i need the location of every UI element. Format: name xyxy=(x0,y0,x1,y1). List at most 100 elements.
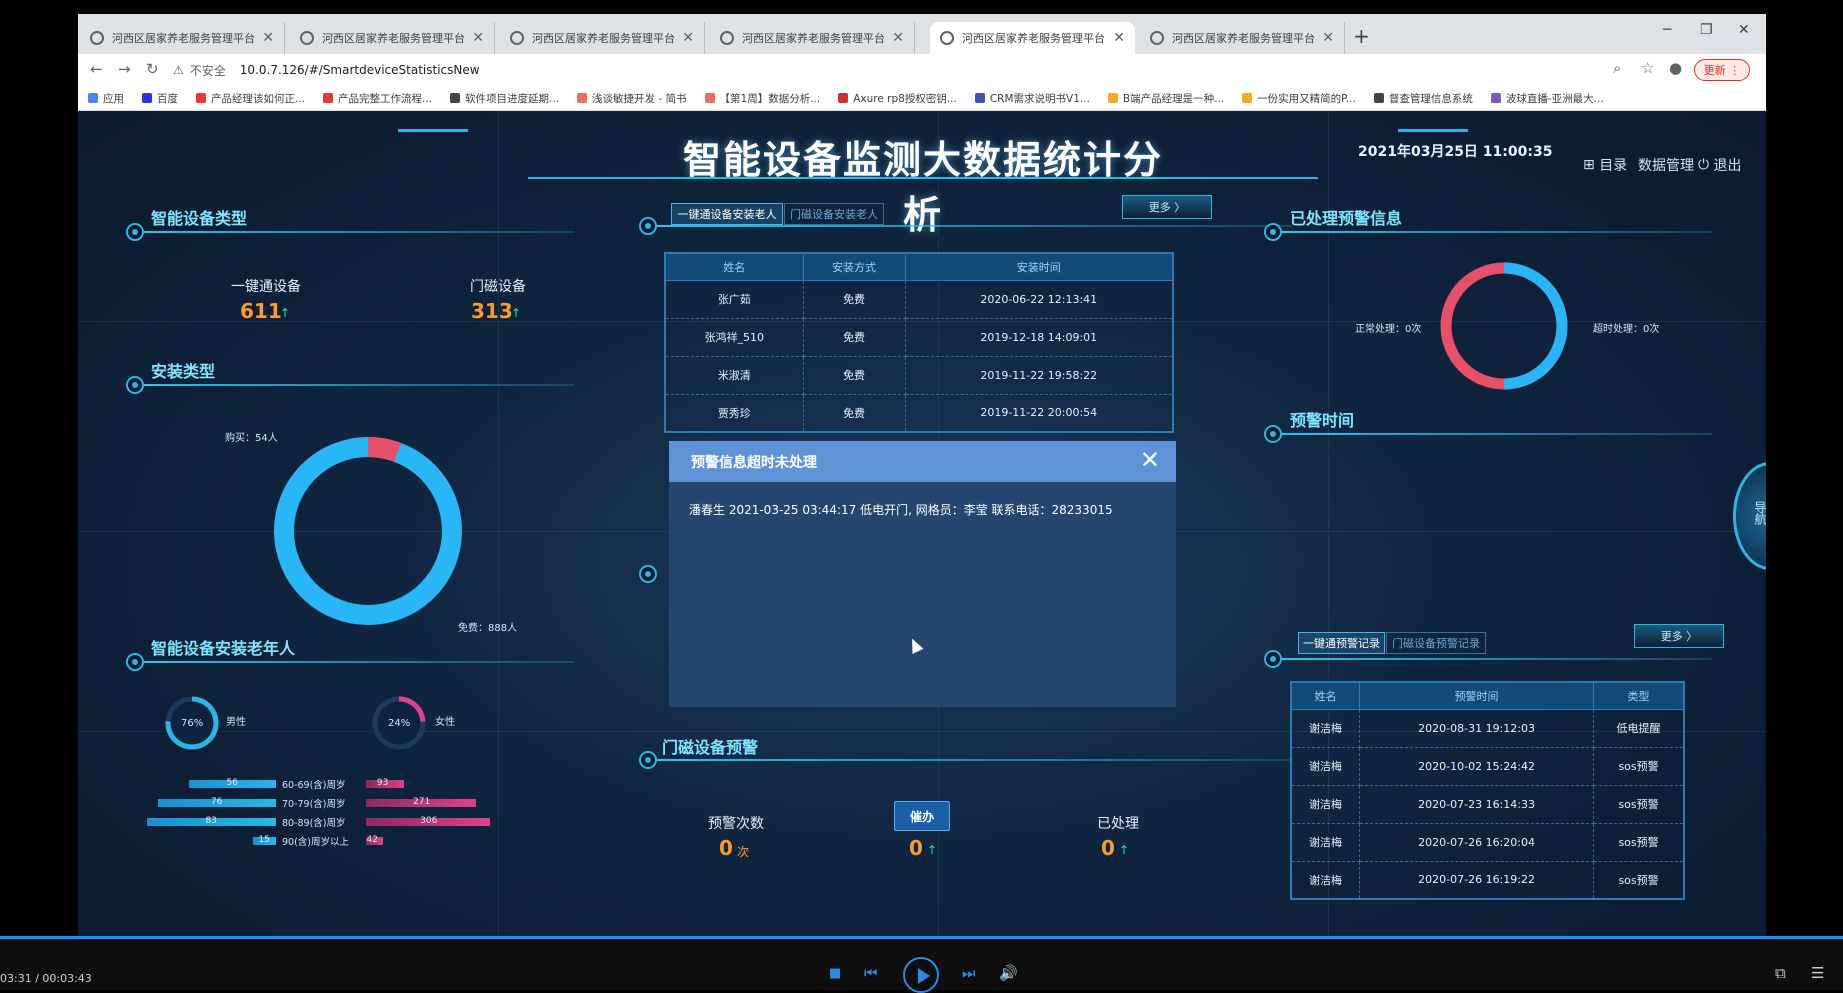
nav-catalog[interactable]: ⊞ 目录 xyxy=(1583,155,1627,175)
forward-icon[interactable]: → xyxy=(118,60,131,78)
side-nav-button[interactable]: 导航 xyxy=(1733,462,1766,570)
section-line xyxy=(1282,433,1712,435)
close-icon[interactable]: ✕ xyxy=(1140,446,1160,474)
window-close-icon[interactable]: ✕ xyxy=(1738,22,1750,38)
update-button[interactable]: 更新 ⋮ xyxy=(1694,59,1750,81)
female-age-value: 42 xyxy=(366,835,378,845)
settings-icon[interactable]: ☰ xyxy=(1811,964,1824,982)
browser-tab[interactable]: 河西区居家养老服务管理平台 ✕ xyxy=(1140,22,1345,54)
table-row[interactable]: 米淑清 免费 2019-11-22 19:58:22 xyxy=(664,355,1174,395)
urge-button[interactable]: 催办 xyxy=(894,801,950,831)
cell-name: 张广茹 xyxy=(664,279,804,319)
table-row[interactable]: 谢洁梅 2020-08-31 19:12:03 低电提醒 xyxy=(1290,708,1685,748)
browser-tab-active[interactable]: 河西区居家养老服务管理平台 ✕ xyxy=(930,22,1135,54)
bookmark-item[interactable]: 督查管理信息系统 xyxy=(1373,91,1473,106)
bookmark-item[interactable]: B端产品经理是一种... xyxy=(1107,91,1224,106)
close-icon[interactable]: ✕ xyxy=(1113,30,1125,46)
tab-one-key-warning[interactable]: 一键通预警记录 xyxy=(1298,632,1385,654)
more-button[interactable]: 更多 〉 xyxy=(1634,624,1724,648)
address-bar[interactable]: ⚠ 不安全 10.0.7.126/#/SmartdeviceStatistics… xyxy=(173,57,1613,83)
tab-title: 河西区居家养老服务管理平台 xyxy=(962,32,1105,45)
close-icon[interactable]: ✕ xyxy=(892,30,904,46)
play-button[interactable] xyxy=(903,957,939,993)
volume-icon[interactable]: 🔊 xyxy=(999,964,1018,982)
screenshot-icon[interactable]: ⧉ xyxy=(1775,964,1786,982)
tab-title: 河西区居家养老服务管理平台 xyxy=(742,32,885,45)
nav-logout-label: 退出 xyxy=(1713,158,1742,174)
back-icon[interactable]: ← xyxy=(90,60,103,78)
table-row[interactable]: 贾秀珍 免费 2019-11-22 20:00:54 xyxy=(664,393,1174,433)
section-title-processed-warnings: 已处理预警信息 xyxy=(1290,209,1403,228)
close-icon[interactable]: ✕ xyxy=(262,30,274,46)
nav-catalog-label: 目录 xyxy=(1599,158,1628,174)
bookmark-item[interactable]: 波球直播-亚洲最大... xyxy=(1490,91,1604,106)
close-icon[interactable]: ✕ xyxy=(1322,30,1334,46)
table-row[interactable]: 张鸿祥_510 免费 2019-12-18 14:09:01 xyxy=(664,317,1174,357)
tab-door-warning[interactable]: 门磁设备预警记录 xyxy=(1386,632,1486,654)
free-label: 免费：888人 xyxy=(458,623,518,634)
bookmark-item[interactable]: 百度 xyxy=(142,91,178,106)
section-title-warning-time: 预警时间 xyxy=(1290,411,1355,430)
next-icon[interactable]: ⏭ xyxy=(962,964,976,982)
table-row[interactable]: 谢洁梅 2020-07-26 16:19:22 sos预警 xyxy=(1290,860,1685,900)
female-age-value: 93 xyxy=(376,778,389,788)
table-row[interactable]: 谢洁梅 2020-07-23 16:14:33 sos预警 xyxy=(1290,784,1685,824)
free-segment xyxy=(274,437,462,625)
section-marker xyxy=(1264,425,1282,443)
bookmark-item[interactable]: 软件项目进度延期... xyxy=(450,91,559,106)
bookmark-item[interactable]: 应用 xyxy=(88,91,124,106)
tab-title: 河西区居家养老服务管理平台 xyxy=(112,32,255,45)
minimize-icon[interactable]: ─ xyxy=(1663,22,1671,38)
url-text[interactable]: 10.0.7.126/#/SmartdeviceStatisticsNew xyxy=(240,63,480,77)
globe-icon xyxy=(1150,31,1164,45)
nav-logout[interactable]: ⏻ 退出 xyxy=(1698,155,1742,175)
new-tab-button[interactable]: + xyxy=(1353,24,1370,48)
more-button[interactable]: 更多 〉 xyxy=(1122,195,1212,219)
bookmark-item[interactable]: 一份实用又精简的P... xyxy=(1242,91,1356,106)
male-age-value: 83 xyxy=(205,816,217,826)
browser-tab[interactable]: 河西区居家养老服务管理平台 ✕ xyxy=(290,22,495,54)
globe-icon xyxy=(510,31,524,45)
female-percent: 24% xyxy=(388,718,411,729)
table-row[interactable]: 谢洁梅 2020-10-02 15:24:42 sos预警 xyxy=(1290,746,1685,786)
cell-type: 低电提醒 xyxy=(1593,708,1685,748)
tab-one-key-install[interactable]: 一键通设备安装老人 xyxy=(671,203,783,225)
nav-data-management[interactable]: 数据管理 xyxy=(1638,155,1694,175)
tab-door-install[interactable]: 门磁设备安装老人 xyxy=(784,203,884,225)
close-icon[interactable]: ✕ xyxy=(682,30,694,46)
browser-tab[interactable]: 河西区居家养老服务管理平台 ✕ xyxy=(80,22,285,54)
profile-icon[interactable]: ● xyxy=(1669,59,1682,77)
bookmark-item[interactable]: 浅谈敏捷开发 - 简书 xyxy=(577,91,687,106)
bookmark-item[interactable]: 产品完整工作流程... xyxy=(323,91,432,106)
stop-icon[interactable]: ■ xyxy=(829,966,841,981)
zoom-icon[interactable]: ⌕ xyxy=(1613,59,1621,77)
axure-icon xyxy=(838,93,849,103)
bookmark-item[interactable]: 【第1周】数据分析... xyxy=(704,91,820,106)
dashboard: 智能设备监测大数据统计分析 2021年03月25日 11:00:35 ⊞ 目录 … xyxy=(78,111,1766,936)
title-decoration xyxy=(398,129,468,132)
age-group-label: 80-89(含)周岁 xyxy=(282,818,346,829)
cell-time: 2020-07-26 16:20:04 xyxy=(1359,822,1595,862)
male-age-value: 15 xyxy=(258,835,270,845)
stat-value-one-key: 611 xyxy=(240,299,282,323)
baidu-icon xyxy=(142,93,152,103)
processed-donut xyxy=(1440,262,1568,390)
processed-label: 已处理 xyxy=(1097,816,1139,832)
bookmark-item[interactable]: CRM需求说明书V1... xyxy=(974,91,1090,106)
star-icon[interactable]: ☆ xyxy=(1641,59,1654,77)
bookmark-item[interactable]: 产品经理该如何正... xyxy=(196,91,305,106)
browser-tab[interactable]: 河西区居家养老服务管理平台 ✕ xyxy=(710,22,915,54)
maximize-icon[interactable]: ❐ xyxy=(1700,22,1713,38)
section-marker xyxy=(1264,650,1282,668)
section-line xyxy=(144,384,574,386)
table-row[interactable]: 张广茹 免费 2020-06-22 12:13:41 xyxy=(664,279,1174,319)
globe-icon xyxy=(1373,93,1384,103)
section-line xyxy=(1282,658,1712,660)
close-icon[interactable]: ✕ xyxy=(472,30,484,46)
browser-tab[interactable]: 河西区居家养老服务管理平台 ✕ xyxy=(500,22,705,54)
previous-icon[interactable]: ⏮ xyxy=(864,964,878,982)
bookmark-item[interactable]: Axure rp8授权密钥... xyxy=(838,91,957,106)
section-title-install-type: 安装类型 xyxy=(151,362,216,381)
reload-icon[interactable]: ↻ xyxy=(146,60,159,78)
table-row[interactable]: 谢洁梅 2020-07-26 16:20:04 sos预警 xyxy=(1290,822,1685,862)
